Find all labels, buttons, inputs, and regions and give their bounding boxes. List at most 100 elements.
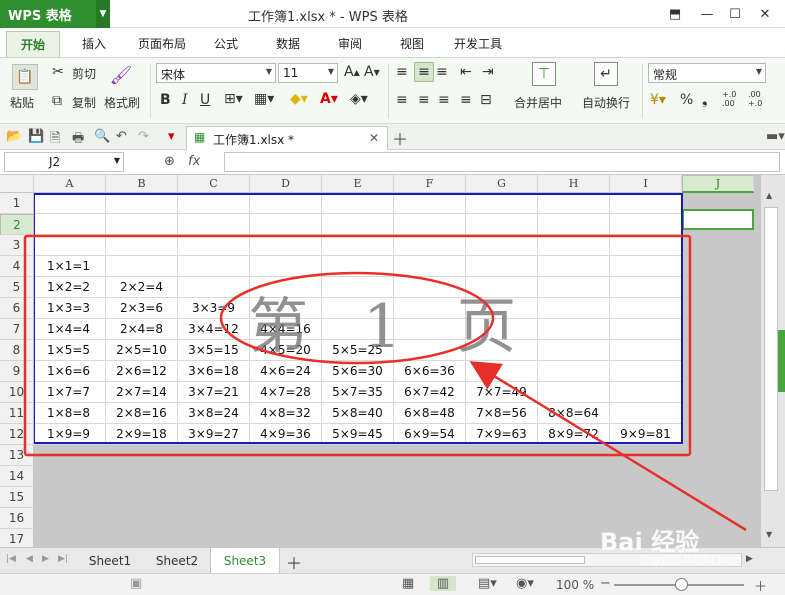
cell[interactable]: 2×2=4	[106, 277, 178, 298]
cell[interactable]	[106, 214, 178, 235]
scissors-icon[interactable]: ✂	[52, 64, 64, 80]
italic-button[interactable]: I	[182, 92, 188, 108]
cell[interactable]	[466, 193, 538, 214]
chevron-down-icon[interactable]: ▼	[96, 0, 110, 28]
cell[interactable]	[394, 235, 466, 256]
cell[interactable]: 7×8=56	[466, 403, 538, 424]
close-icon[interactable]: ✕	[754, 4, 776, 24]
cell[interactable]: 7×9=63	[466, 424, 538, 445]
font-size-select[interactable]: 11 ▼	[278, 63, 338, 83]
cell[interactable]: 6×9=54	[394, 424, 466, 445]
cell[interactable]	[466, 235, 538, 256]
insert-function-button[interactable]: fx	[188, 154, 200, 169]
bold-button[interactable]: B	[160, 92, 171, 108]
cell[interactable]: 7×7=49	[466, 382, 538, 403]
cell[interactable]: 3×3=9	[178, 298, 250, 319]
cell[interactable]: 5×6=30	[322, 361, 394, 382]
zoom-level[interactable]: 100 %	[556, 578, 594, 592]
cell[interactable]: 5×8=40	[322, 403, 394, 424]
tab-view[interactable]: 视图	[400, 35, 424, 52]
row-header-6[interactable]: 6	[0, 298, 34, 319]
row-header-8[interactable]: 8	[0, 340, 34, 361]
cell[interactable]	[538, 340, 610, 361]
font-name-select[interactable]: 宋体 ▼	[156, 63, 276, 83]
cell[interactable]: 2×7=14	[106, 382, 178, 403]
decrease-font-icon[interactable]: A ▼	[364, 64, 380, 80]
print-icon[interactable]: 🖶	[72, 129, 84, 151]
cell[interactable]	[466, 361, 538, 382]
cell[interactable]	[610, 256, 682, 277]
cell[interactable]	[610, 403, 682, 424]
column-header-b[interactable]: B	[106, 175, 178, 193]
distributed-icon[interactable]: ⊟	[480, 92, 492, 108]
name-box[interactable]: J2 ▼	[4, 152, 124, 172]
wrap-text-icon[interactable]: ↵	[594, 62, 618, 86]
side-panel-handle[interactable]	[778, 330, 785, 392]
cell[interactable]	[178, 235, 250, 256]
copy-button[interactable]: 复制	[72, 94, 96, 111]
align-center-icon[interactable]: ≡	[418, 92, 430, 108]
merge-center-icon[interactable]: ⊤	[532, 62, 556, 86]
cell[interactable]	[466, 340, 538, 361]
cell[interactable]	[538, 193, 610, 214]
minimize-icon[interactable]: —	[696, 4, 718, 24]
row-header-1[interactable]: 1	[0, 193, 34, 214]
cell[interactable]: 1×9=9	[34, 424, 106, 445]
document-tab[interactable]: ▦ 工作簿1.xlsx * ✕	[186, 126, 388, 150]
cell[interactable]	[178, 193, 250, 214]
cell[interactable]	[34, 235, 106, 256]
last-sheet-icon[interactable]: ▶|	[58, 554, 68, 564]
format-painter-icon[interactable]: 🖌	[110, 64, 133, 86]
tab-home[interactable]: 开始	[6, 31, 61, 57]
cell[interactable]	[538, 277, 610, 298]
cell[interactable]: 3×9=27	[178, 424, 250, 445]
column-header-g[interactable]: G	[466, 175, 538, 193]
cell[interactable]: 2×4=8	[106, 319, 178, 340]
border-icon[interactable]: ⊞▾	[224, 91, 243, 107]
first-sheet-icon[interactable]: |◀	[6, 554, 16, 564]
cell[interactable]	[538, 361, 610, 382]
folder-icon[interactable]: 📂	[6, 129, 22, 144]
clipboard-icon[interactable]: 📋	[12, 64, 38, 90]
cell[interactable]	[322, 319, 394, 340]
paste-button[interactable]: 粘贴	[10, 94, 34, 111]
cell[interactable]	[610, 361, 682, 382]
cell[interactable]: 3×5=15	[178, 340, 250, 361]
scroll-thumb[interactable]	[475, 556, 585, 564]
scroll-thumb[interactable]	[764, 207, 778, 491]
save-icon[interactable]: 💾	[28, 129, 44, 144]
row-header-7[interactable]: 7	[0, 319, 34, 340]
cell[interactable]: 2×9=18	[106, 424, 178, 445]
align-right-icon[interactable]: ≡	[438, 92, 450, 108]
cell[interactable]: 5×9=45	[322, 424, 394, 445]
page-break-view-icon[interactable]: ▥	[430, 576, 456, 591]
cell[interactable]	[610, 298, 682, 319]
cell[interactable]	[394, 298, 466, 319]
scroll-up-icon[interactable]: ▲	[766, 191, 772, 200]
currency-icon[interactable]: ¥▾	[650, 92, 666, 108]
row-header-5[interactable]: 5	[0, 277, 34, 298]
row-header-15[interactable]: 15	[0, 487, 34, 508]
indent-increase-icon[interactable]: ⇥	[482, 64, 494, 80]
cell[interactable]	[178, 277, 250, 298]
cell[interactable]	[538, 382, 610, 403]
column-header-a[interactable]: A	[34, 175, 106, 193]
new-tab-icon[interactable]: ＋	[392, 126, 408, 150]
next-sheet-icon[interactable]: ▶	[42, 554, 49, 564]
row-header-12[interactable]: 12	[0, 424, 34, 445]
cell[interactable]	[538, 235, 610, 256]
cell[interactable]	[250, 298, 322, 319]
tab-formulas[interactable]: 公式	[214, 35, 238, 52]
copy-icon[interactable]: ⧉	[52, 93, 62, 109]
clear-format-icon[interactable]: ◈▾	[350, 91, 368, 107]
cell[interactable]	[250, 235, 322, 256]
cell[interactable]	[394, 193, 466, 214]
cell[interactable]	[466, 277, 538, 298]
cell[interactable]	[610, 382, 682, 403]
cell[interactable]	[250, 193, 322, 214]
cell[interactable]	[250, 277, 322, 298]
column-header-d[interactable]: D	[250, 175, 322, 193]
export-pdf-icon[interactable]: 🗎	[50, 129, 60, 151]
increase-decimal-button[interactable]: +.0 .00	[722, 90, 742, 108]
cell[interactable]: 4×7=28	[250, 382, 322, 403]
